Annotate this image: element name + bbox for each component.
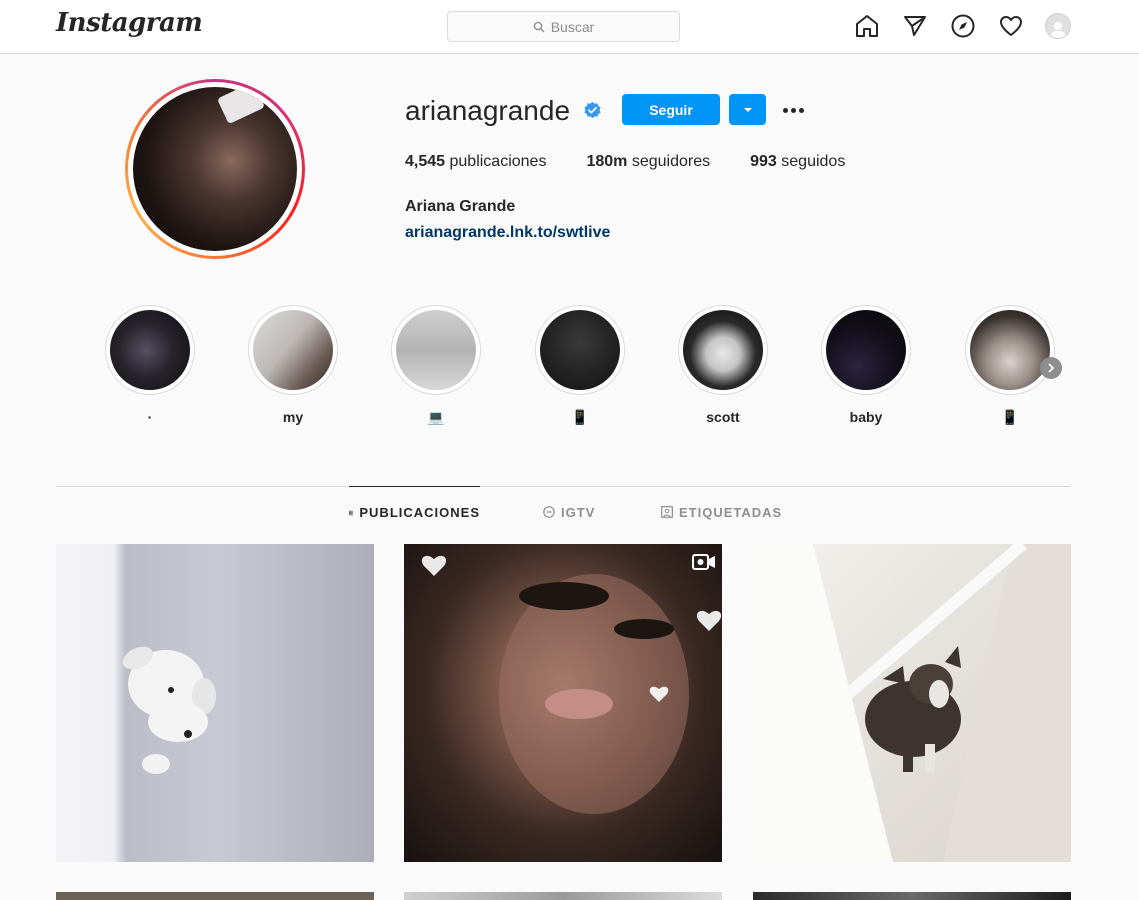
nav-icons: [853, 12, 1071, 40]
verified-badge-icon: [584, 101, 601, 119]
tab-label: ETIQUETADAS: [679, 504, 783, 520]
bio-link[interactable]: arianagrande.lnk.to/swtlive: [405, 224, 610, 242]
top-navigation: Instagram Buscar: [0, 0, 1139, 54]
avatar[interactable]: [1045, 13, 1071, 39]
post-thumbnail[interactable]: [56, 892, 374, 900]
igtv-icon: [543, 506, 555, 518]
following-count[interactable]: 993 seguidos: [750, 153, 845, 171]
highlight-label: ·: [147, 409, 153, 425]
highlight-label: baby: [849, 409, 883, 425]
tab-posts[interactable]: PUBLICACIONES: [349, 486, 480, 538]
story-highlight[interactable]: 💻: [391, 305, 481, 426]
highlight-label: scott: [706, 409, 740, 425]
profile-stats: 4,545 publicaciones 180m seguidores 993 …: [405, 153, 885, 171]
chevron-right-icon: [1048, 363, 1055, 373]
highlights-next-button[interactable]: [1040, 357, 1062, 379]
highlight-label: 💻: [427, 409, 445, 425]
more-options-button[interactable]: [778, 100, 808, 120]
selfie-photo: [421, 555, 722, 814]
post-thumbnail[interactable]: [753, 544, 1071, 862]
search-icon: [533, 21, 545, 32]
highlight-label: my: [282, 409, 304, 425]
posts-count: 4,545 publicaciones: [405, 153, 547, 170]
highlight-label: 📱: [1001, 409, 1019, 425]
post-thumbnail[interactable]: [56, 544, 374, 862]
story-highlight[interactable]: ·: [105, 305, 195, 426]
post-thumbnail[interactable]: [753, 892, 1071, 900]
tab-label: IGTV: [561, 504, 596, 520]
dog-photo: [753, 544, 1071, 862]
story-highlight[interactable]: my: [248, 305, 338, 426]
story-highlight[interactable]: 📱: [535, 305, 625, 426]
search-input[interactable]: Buscar: [447, 11, 680, 42]
profile-picture[interactable]: [125, 79, 305, 259]
video-icon: [692, 554, 715, 570]
search-placeholder: Buscar: [550, 18, 595, 35]
story-highlight[interactable]: scott: [678, 305, 768, 426]
activity-icon[interactable]: [997, 12, 1025, 40]
tab-label: PUBLICACIONES: [359, 505, 480, 520]
grid-icon: [349, 510, 354, 515]
chevron-down-icon: [743, 107, 752, 112]
post-thumbnail[interactable]: [404, 544, 722, 862]
dog-photo: [122, 646, 216, 774]
explore-icon[interactable]: [949, 12, 977, 40]
profile-full-name: Ariana Grande: [405, 198, 516, 215]
home-icon[interactable]: [853, 12, 881, 40]
tagged-icon: [661, 506, 673, 518]
instagram-logo[interactable]: Instagram: [56, 8, 203, 38]
profile-username: arianagrande: [405, 95, 571, 126]
follow-button[interactable]: Seguir: [622, 94, 720, 125]
suggested-accounts-button[interactable]: [729, 94, 766, 125]
highlight-label: 📱: [571, 409, 589, 425]
direct-icon[interactable]: [901, 12, 929, 40]
tab-igtv[interactable]: IGTV: [543, 486, 595, 538]
tab-tagged[interactable]: ETIQUETADAS: [661, 486, 782, 538]
post-thumbnail[interactable]: [404, 892, 722, 900]
followers-count[interactable]: 180m seguidores: [586, 153, 710, 171]
story-highlight[interactable]: baby: [821, 305, 911, 426]
